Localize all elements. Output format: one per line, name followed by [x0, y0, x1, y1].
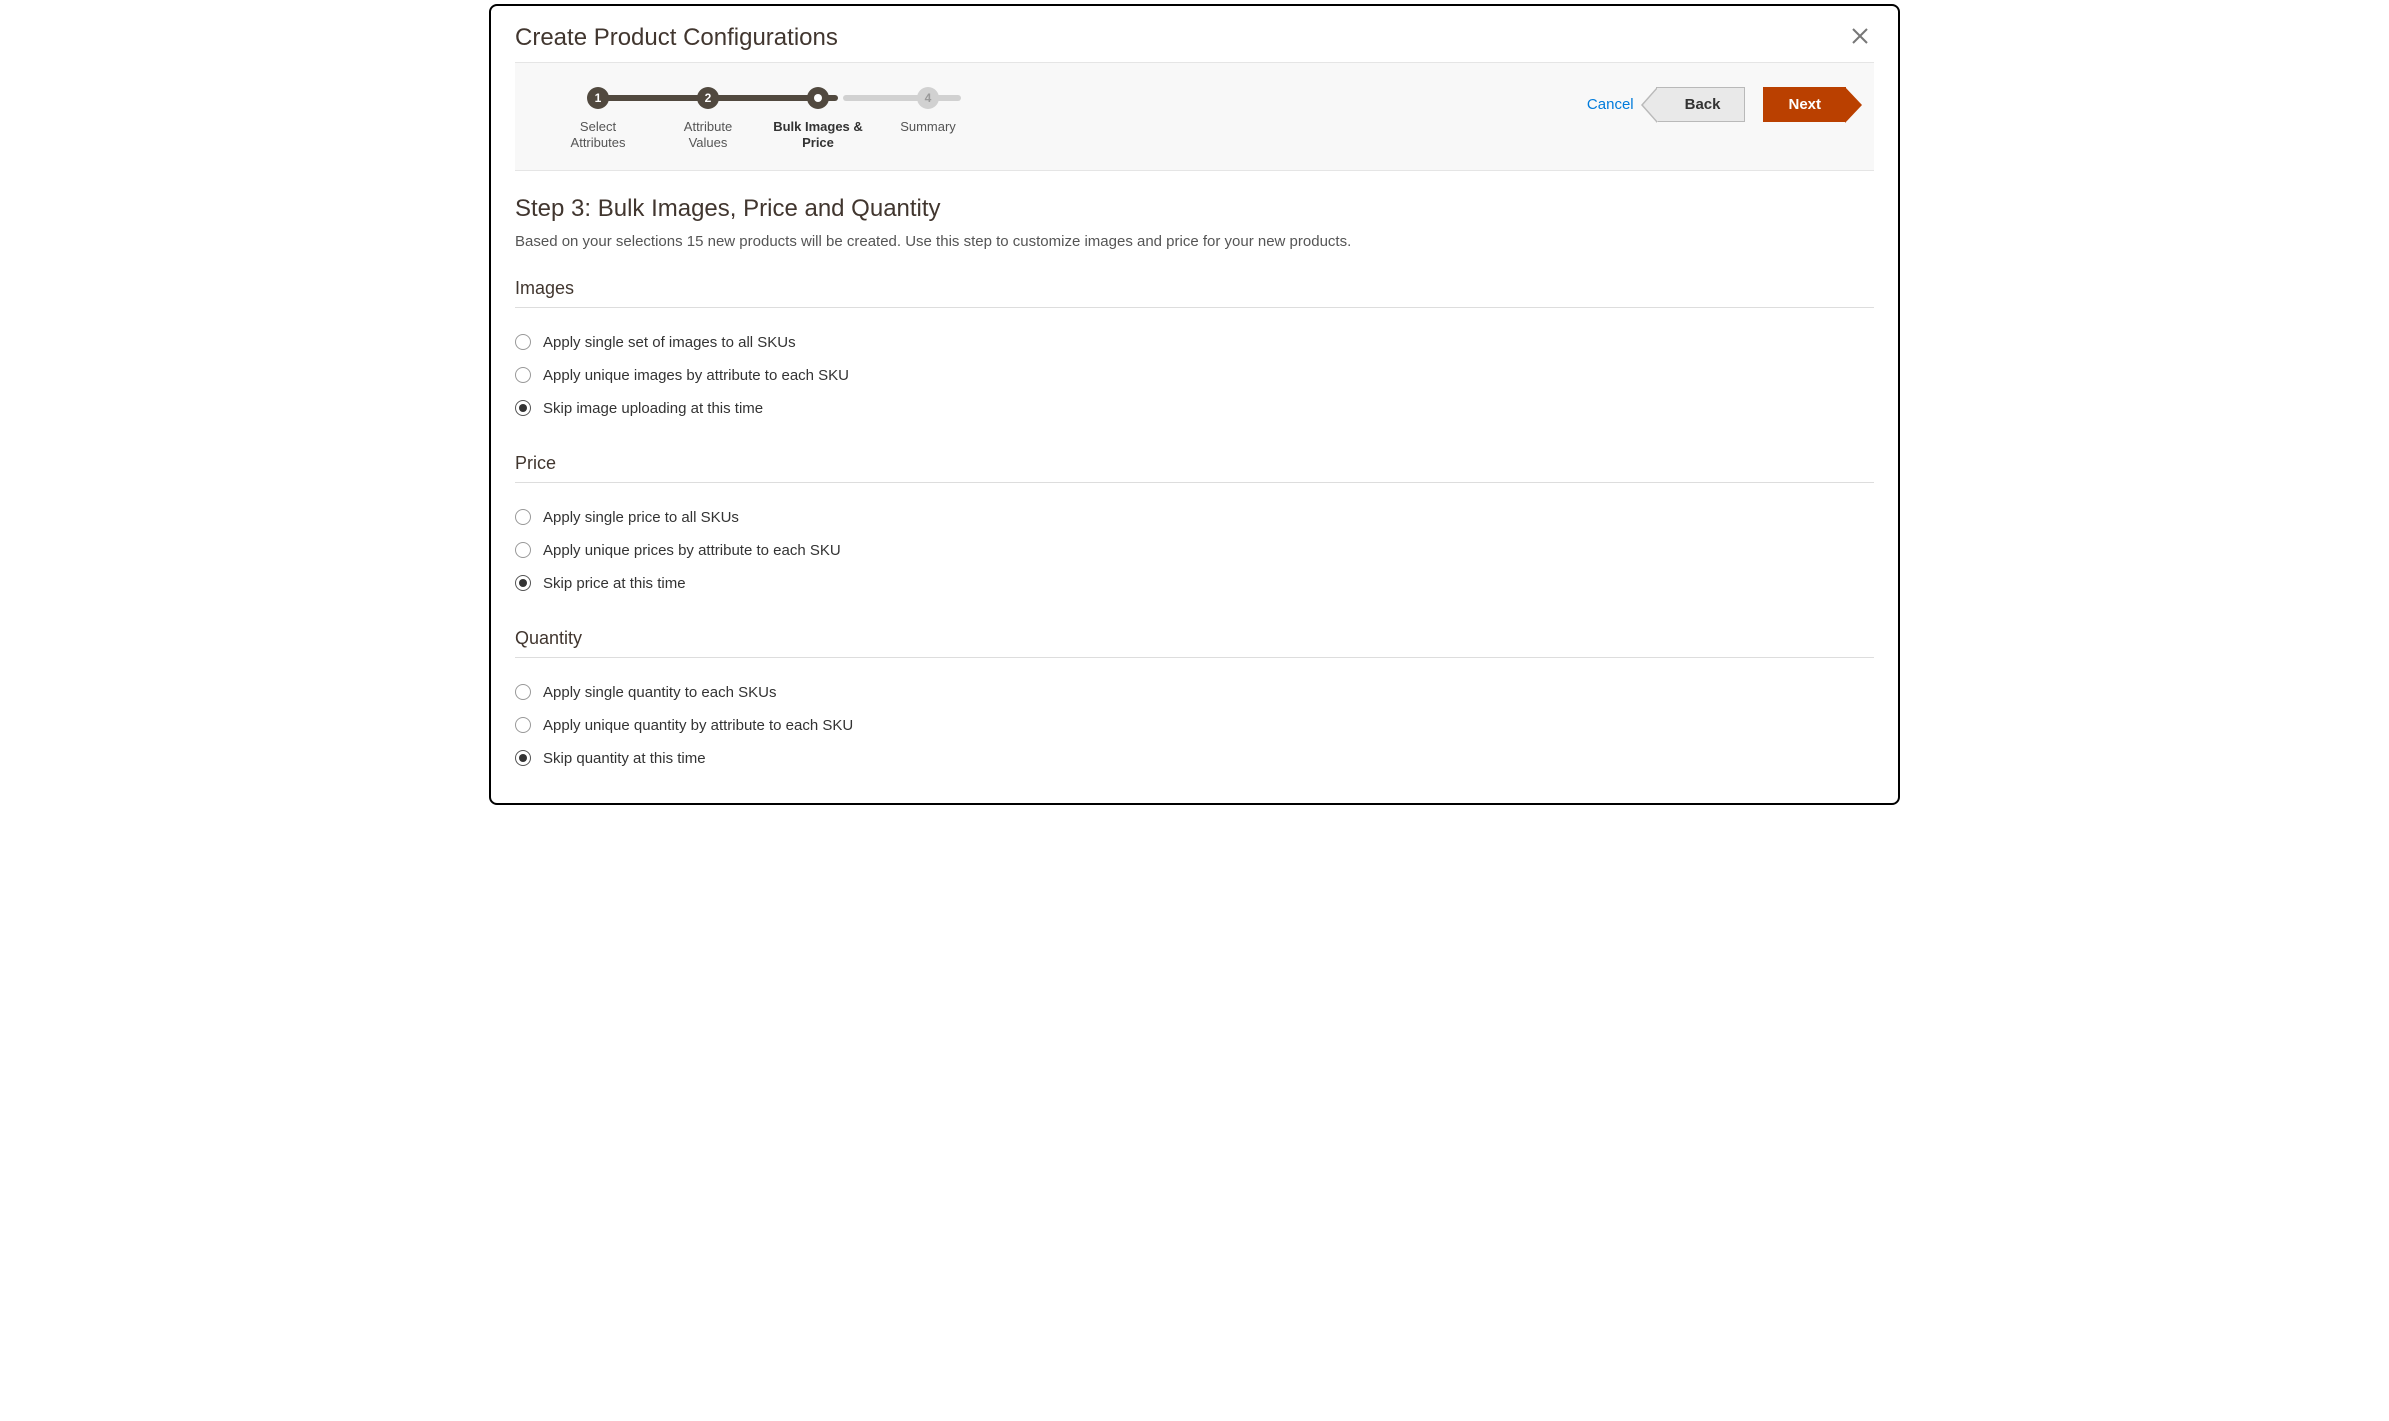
modal-header: Create Product Configurations: [491, 6, 1898, 62]
radio-icon[interactable]: [515, 367, 531, 383]
section-title-images: Images: [515, 278, 1874, 308]
cancel-button[interactable]: Cancel: [1583, 88, 1638, 121]
step-number-icon: 1: [587, 87, 609, 109]
step-3: Bulk Images & Price: [763, 87, 873, 152]
radio-icon[interactable]: [515, 542, 531, 558]
images-option-single[interactable]: Apply single set of images to all SKUs: [515, 326, 1874, 359]
radio-icon[interactable]: [515, 575, 531, 591]
price-option-single[interactable]: Apply single price to all SKUs: [515, 501, 1874, 534]
step-number-icon: 4: [917, 87, 939, 109]
stepper: 1 Select Attributes 2 Attribute Values B…: [543, 87, 983, 152]
close-icon[interactable]: [1846, 24, 1874, 52]
radio-label: Apply single quantity to each SKUs: [543, 684, 776, 701]
radio-icon[interactable]: [515, 684, 531, 700]
wizard-actions: Cancel Back Next: [1583, 87, 1846, 122]
step-title: Step 3: Bulk Images, Price and Quantity: [515, 195, 1874, 223]
radio-label: Apply unique quantity by attribute to ea…: [543, 717, 853, 734]
step-label: Bulk Images & Price: [773, 119, 863, 152]
quantity-option-single[interactable]: Apply single quantity to each SKUs: [515, 676, 1874, 709]
step-1: 1 Select Attributes: [543, 87, 653, 152]
step-label: Select Attributes: [571, 119, 626, 152]
price-option-unique[interactable]: Apply unique prices by attribute to each…: [515, 534, 1874, 567]
price-option-skip[interactable]: Skip price at this time: [515, 567, 1874, 600]
radio-label: Skip quantity at this time: [543, 750, 706, 767]
step-4: 4 Summary: [873, 87, 983, 152]
step-label: Attribute Values: [684, 119, 732, 152]
section-title-price: Price: [515, 453, 1874, 483]
radio-icon[interactable]: [515, 509, 531, 525]
quantity-option-skip[interactable]: Skip quantity at this time: [515, 742, 1874, 775]
section-title-quantity: Quantity: [515, 628, 1874, 658]
radio-icon[interactable]: [515, 400, 531, 416]
radio-label: Skip price at this time: [543, 575, 686, 592]
step-description: Based on your selections 15 new products…: [515, 233, 1874, 250]
step-body: Step 3: Bulk Images, Price and Quantity …: [491, 171, 1898, 803]
radio-icon[interactable]: [515, 750, 531, 766]
step-number-icon: 2: [697, 87, 719, 109]
step-2: 2 Attribute Values: [653, 87, 763, 152]
images-option-skip[interactable]: Skip image uploading at this time: [515, 392, 1874, 425]
radio-icon[interactable]: [515, 717, 531, 733]
modal: Create Product Configurations 1 Select A…: [489, 4, 1900, 805]
stepper-bar: 1 Select Attributes 2 Attribute Values B…: [515, 62, 1874, 171]
images-option-unique[interactable]: Apply unique images by attribute to each…: [515, 359, 1874, 392]
quantity-option-unique[interactable]: Apply unique quantity by attribute to ea…: [515, 709, 1874, 742]
radio-label: Apply single set of images to all SKUs: [543, 334, 796, 351]
radio-icon[interactable]: [515, 334, 531, 350]
radio-label: Skip image uploading at this time: [543, 400, 763, 417]
radio-label: Apply unique prices by attribute to each…: [543, 542, 841, 559]
radio-label: Apply unique images by attribute to each…: [543, 367, 849, 384]
radio-label: Apply single price to all SKUs: [543, 509, 739, 526]
back-button[interactable]: Back: [1656, 87, 1746, 122]
step-current-icon: [807, 87, 829, 109]
step-label: Summary: [900, 119, 956, 135]
modal-title: Create Product Configurations: [515, 24, 838, 52]
next-button[interactable]: Next: [1763, 87, 1846, 122]
